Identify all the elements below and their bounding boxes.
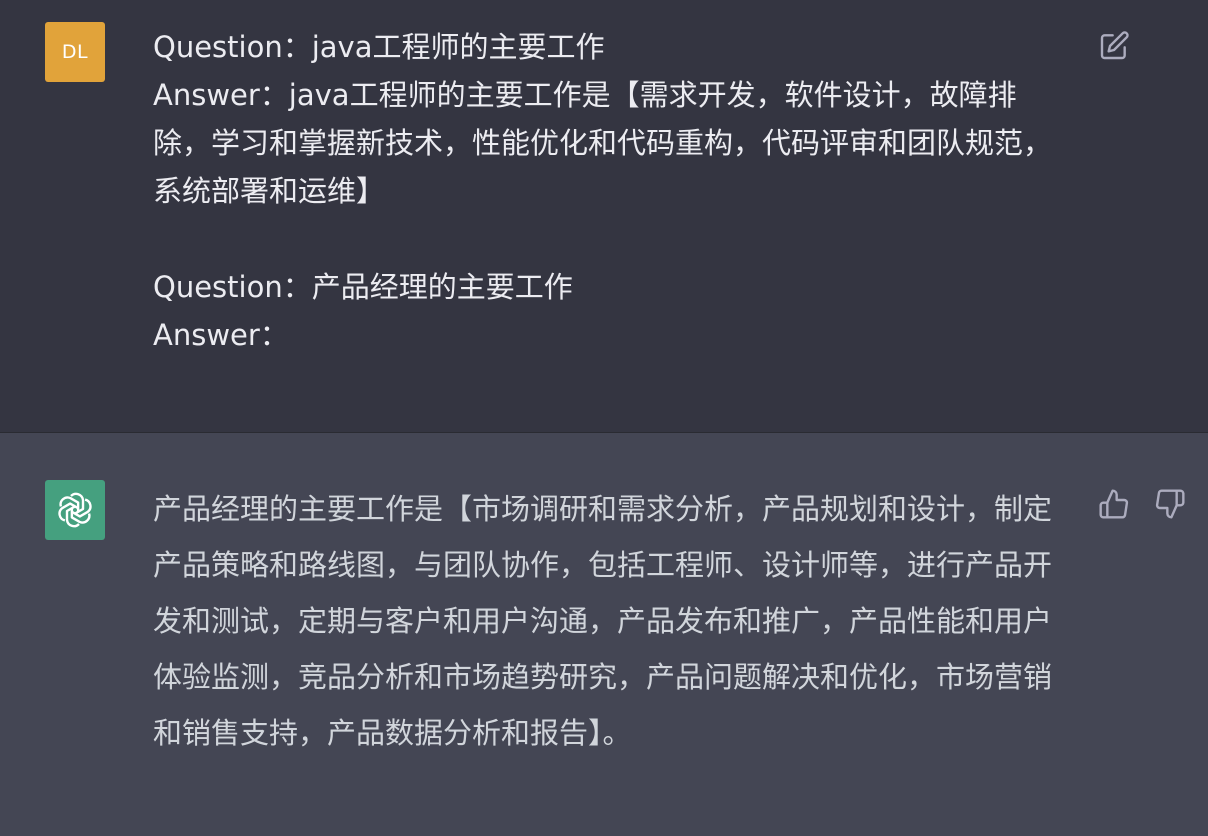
assistant-avatar [45, 480, 105, 540]
user-message-text: Question：java工程师的主要工作 Answer：java工程师的主要工… [153, 30, 1053, 352]
user-avatar-initials: DL [61, 41, 89, 63]
thumbs-down-icon [1155, 489, 1185, 519]
edit-icon [1100, 31, 1129, 60]
user-avatar: DL [45, 22, 105, 82]
assistant-message-text: 产品经理的主要工作是【市场调研和需求分析，产品规划和设计，制定产品策略和路线图，… [153, 492, 1053, 750]
thumbs-down-button[interactable] [1152, 486, 1188, 522]
user-message-turn: DL Question：java工程师的主要工作 Answer：java工程师的… [0, 0, 1208, 432]
assistant-message-turn: 产品经理的主要工作是【市场调研和需求分析，产品规划和设计，制定产品策略和路线图，… [0, 432, 1208, 836]
openai-logo-icon [58, 492, 92, 528]
thumbs-up-button[interactable] [1096, 486, 1132, 522]
thumbs-up-icon [1099, 489, 1129, 519]
edit-message-button[interactable] [1096, 28, 1132, 64]
